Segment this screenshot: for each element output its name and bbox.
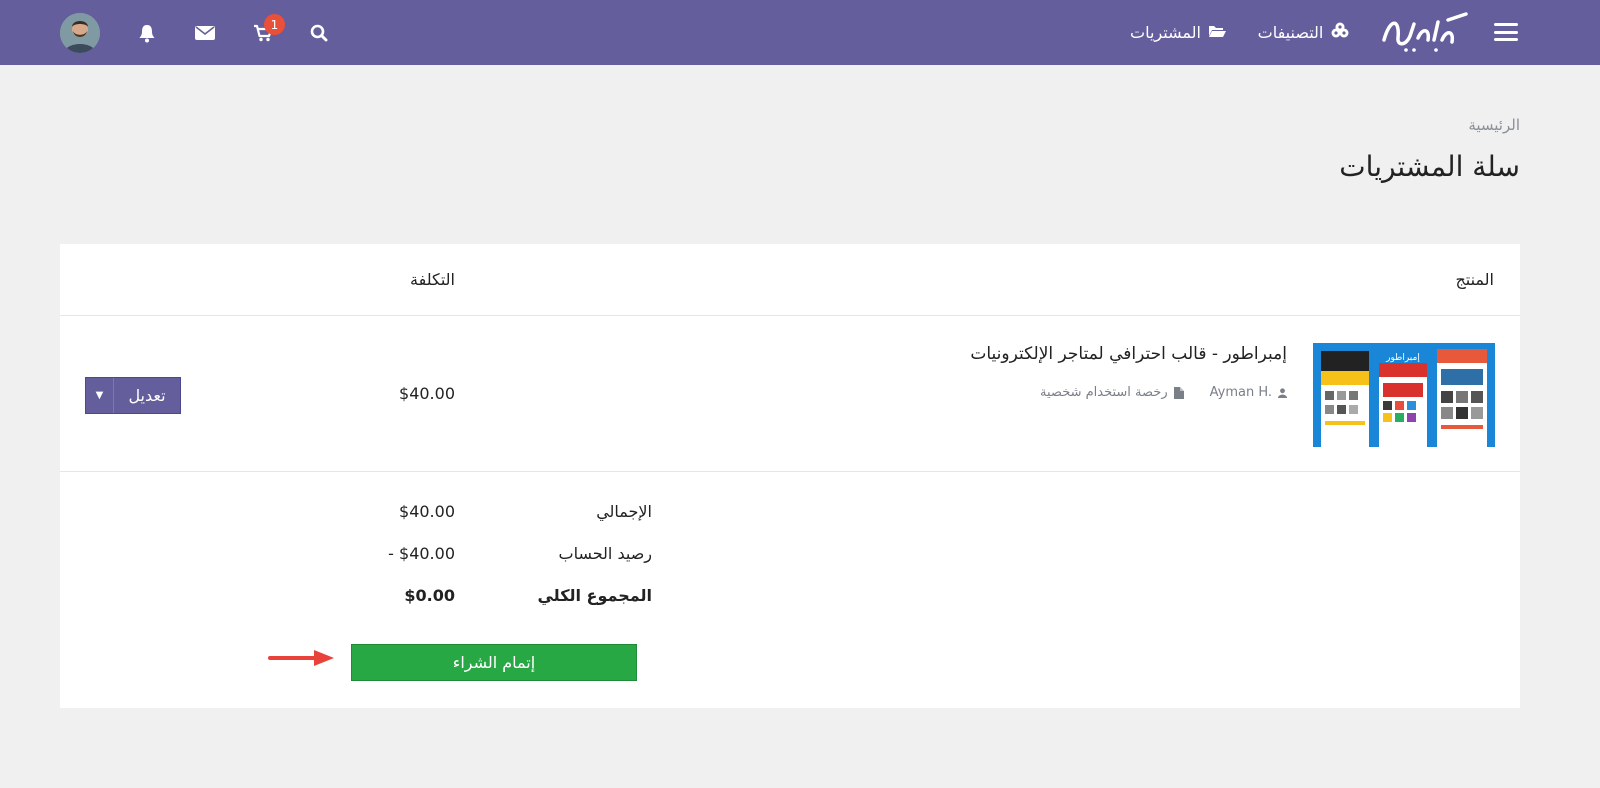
product-meta: Ayman H. رخصة استخدام شخصية <box>1040 385 1287 400</box>
folder-open-icon <box>1208 23 1226 42</box>
product-thumbnail[interactable]: إمبراطور <box>1313 343 1495 447</box>
nav-purchases-label: المشتريات <box>1130 22 1201 42</box>
menu-icon[interactable] <box>1492 20 1520 44</box>
nav-categories-label: التصنيفات <box>1257 22 1324 42</box>
cart-count-badge: 1 <box>264 14 285 35</box>
subtotal-label: الإجمالي <box>596 502 652 521</box>
thumbnail-brand-text: إمبراطور <box>1385 353 1420 363</box>
account-balance-label: رصيد الحساب <box>558 544 652 563</box>
product-title[interactable]: إمبراطور - قالب احترافي لمتاجر الإلكترون… <box>970 344 1287 364</box>
account-balance-value: - $40.00 <box>388 544 455 563</box>
edit-dropdown-caret-icon[interactable]: ▼ <box>86 378 114 413</box>
breadcrumb-home[interactable]: الرئيسية <box>1468 116 1520 134</box>
summary-divider <box>60 471 1520 472</box>
site-logo[interactable] <box>1378 10 1468 55</box>
bell-icon[interactable] <box>132 18 162 48</box>
column-header-product: المنتج <box>1455 270 1494 289</box>
user-avatar[interactable] <box>60 13 100 53</box>
mail-icon[interactable] <box>190 18 220 48</box>
user-icon <box>1278 387 1287 398</box>
product-author[interactable]: Ayman H. <box>1210 385 1272 400</box>
categories-icon <box>1330 22 1350 42</box>
checkout-button[interactable]: إتمام الشراء <box>351 644 637 681</box>
file-icon <box>1173 386 1184 399</box>
top-navbar: التصنيفات المشتريات 1 <box>0 0 1600 65</box>
grand-total-value: $0.00 <box>404 586 455 605</box>
nav-purchases[interactable]: المشتريات <box>1128 18 1228 46</box>
nav-categories[interactable]: التصنيفات <box>1250 18 1358 46</box>
search-icon[interactable] <box>304 18 334 48</box>
header-divider <box>60 315 1520 316</box>
edit-button[interactable]: تعديل <box>114 378 180 413</box>
product-license: رخصة استخدام شخصية <box>1040 385 1168 400</box>
grand-total-label: المجموع الكلي <box>537 586 652 605</box>
cart-card: المنتج التكلفة إمبراطور إمبراطور - قالب <box>60 244 1520 708</box>
edit-button-group: ▼ تعديل <box>85 377 181 414</box>
page-title: سلة المشتريات <box>1339 150 1520 183</box>
column-header-cost: التكلفة <box>410 270 455 289</box>
product-price: $40.00 <box>399 384 455 403</box>
annotation-arrow-icon <box>268 650 334 666</box>
subtotal-value: $40.00 <box>399 502 455 521</box>
